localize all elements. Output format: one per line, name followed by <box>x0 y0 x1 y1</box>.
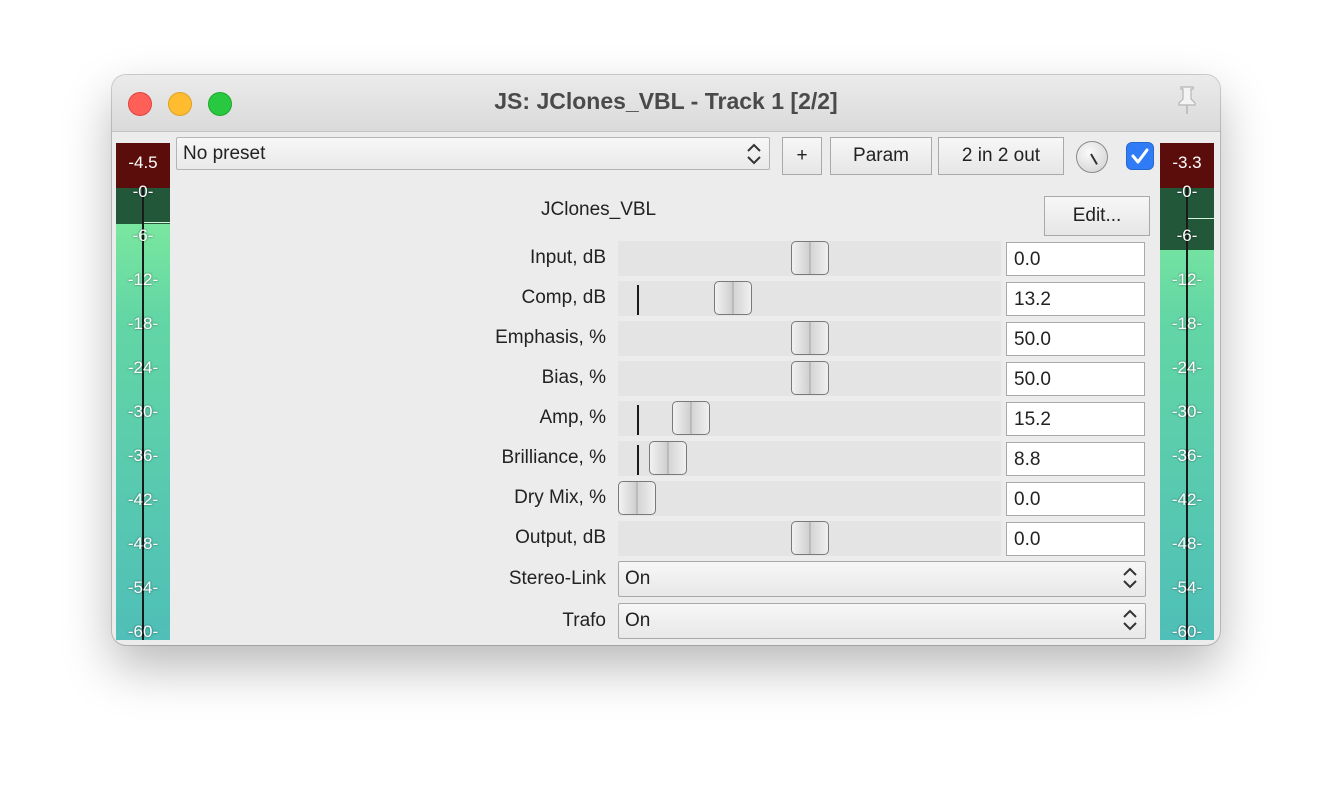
param-button[interactable]: Param <box>830 137 932 175</box>
meter-scale-tick: -0- <box>1176 182 1198 201</box>
plugin-window: JS: JClones_VBL - Track 1 [2/2] -4.5 -0-… <box>112 75 1220 645</box>
slider-thumb[interactable] <box>791 241 829 275</box>
io-routing-button[interactable]: 2 in 2 out <box>938 137 1064 175</box>
param-slider[interactable] <box>618 241 1001 276</box>
pin-icon[interactable] <box>1170 83 1204 117</box>
param-label: Amp, % <box>539 407 606 428</box>
slider-thumb[interactable] <box>714 281 752 315</box>
stereo-link-select[interactable]: On <box>618 561 1146 597</box>
trafo-label: Trafo <box>562 610 606 631</box>
updown-arrows-icon <box>747 143 761 165</box>
enable-checkbox[interactable] <box>1126 142 1154 170</box>
meter-scale-tick: -18- <box>1171 314 1203 333</box>
param-label: Output, dB <box>515 527 606 548</box>
param-value-field[interactable]: 50.0 <box>1006 362 1145 396</box>
slider-thumb[interactable] <box>791 321 829 355</box>
slider-thumb[interactable] <box>618 481 656 515</box>
stereo-link-value: On <box>625 568 651 589</box>
slider-thumb[interactable] <box>791 361 829 395</box>
wet-knob[interactable] <box>1076 141 1108 173</box>
slider-zero-mark <box>637 405 639 435</box>
preset-select[interactable]: No preset <box>176 137 770 170</box>
meter-hold-line <box>1188 218 1214 219</box>
param-label: Emphasis, % <box>495 327 606 348</box>
meter-scale-tick: -18- <box>127 314 159 333</box>
meter-scale-tick: -6- <box>132 226 154 245</box>
param-value-field[interactable]: 0.0 <box>1006 522 1145 556</box>
meter-scale-tick: -6- <box>1176 226 1198 245</box>
param-label: Input, dB <box>529 247 606 268</box>
param-slider[interactable] <box>618 361 1001 396</box>
updown-arrows-icon <box>1123 567 1137 589</box>
param-slider[interactable] <box>618 521 1001 556</box>
meter-scale-tick: -30- <box>1171 402 1203 421</box>
title-bar[interactable]: JS: JClones_VBL - Track 1 [2/2] <box>112 75 1220 132</box>
slider-thumb[interactable] <box>791 521 829 555</box>
meter-scale-tick: -0- <box>132 182 154 201</box>
preset-value: No preset <box>183 143 266 164</box>
param-value-field[interactable]: 15.2 <box>1006 402 1145 436</box>
param-label: Brilliance, % <box>501 447 606 468</box>
updown-arrows-icon <box>1123 609 1137 631</box>
meter-scale-tick: -12- <box>1171 270 1203 289</box>
param-slider[interactable] <box>618 481 1001 516</box>
slider-zero-mark <box>637 285 639 315</box>
add-preset-button[interactable]: + <box>782 137 822 175</box>
slider-zero-mark <box>637 445 639 475</box>
meter-scale-tick: -48- <box>1171 534 1203 553</box>
meter-scale-tick: -36- <box>127 446 159 465</box>
param-slider[interactable] <box>618 441 1001 476</box>
output-level-meter: -3.3 -0- -6- -12- -18- -24- -30- -36- -42- -48- -… <box>1160 143 1214 640</box>
slider-thumb[interactable] <box>649 441 687 475</box>
param-value-field[interactable]: 0.0 <box>1006 242 1145 276</box>
meter-scale-tick: -36- <box>1171 446 1203 465</box>
meter-hold-line <box>144 222 170 223</box>
param-value-field[interactable]: 50.0 <box>1006 322 1145 356</box>
param-value-field[interactable]: 8.8 <box>1006 442 1145 476</box>
checkmark-icon <box>1131 148 1149 164</box>
param-label: Dry Mix, % <box>514 487 606 508</box>
meter-scale-tick: -60- <box>127 622 159 640</box>
meter-scale-tick: -54- <box>127 578 159 597</box>
meter-scale-tick: -42- <box>127 490 159 509</box>
meter-scale-tick: -24- <box>1171 358 1203 377</box>
meter-scale-tick: -60- <box>1171 622 1203 640</box>
meter-scale-tick: -24- <box>127 358 159 377</box>
meter-scale-tick: -48- <box>127 534 159 553</box>
param-slider[interactable] <box>618 281 1001 316</box>
param-value-field[interactable]: 13.2 <box>1006 282 1145 316</box>
param-label: Comp, dB <box>521 287 606 308</box>
edit-button[interactable]: Edit... <box>1044 196 1150 236</box>
slider-thumb[interactable] <box>672 401 710 435</box>
meter-scale-tick: -30- <box>127 402 159 421</box>
param-slider[interactable] <box>618 401 1001 436</box>
param-slider[interactable] <box>618 321 1001 356</box>
stereo-link-label: Stereo-Link <box>508 568 606 589</box>
meter-scale-tick: -54- <box>1171 578 1203 597</box>
meter-scale-tick: -12- <box>127 270 159 289</box>
trafo-value: On <box>625 610 651 631</box>
param-value-field[interactable]: 0.0 <box>1006 482 1145 516</box>
param-label: Bias, % <box>541 367 606 388</box>
knob-indicator <box>1090 153 1098 165</box>
window-title: JS: JClones_VBL - Track 1 [2/2] <box>494 88 838 114</box>
meter-scale-tick: -42- <box>1171 490 1203 509</box>
trafo-select[interactable]: On <box>618 603 1146 639</box>
plugin-name: JClones_VBL <box>541 199 657 220</box>
input-level-meter: -4.5 -0- -6- -12- -18- -24- -30- -36- -42- -48- -… <box>116 143 170 640</box>
